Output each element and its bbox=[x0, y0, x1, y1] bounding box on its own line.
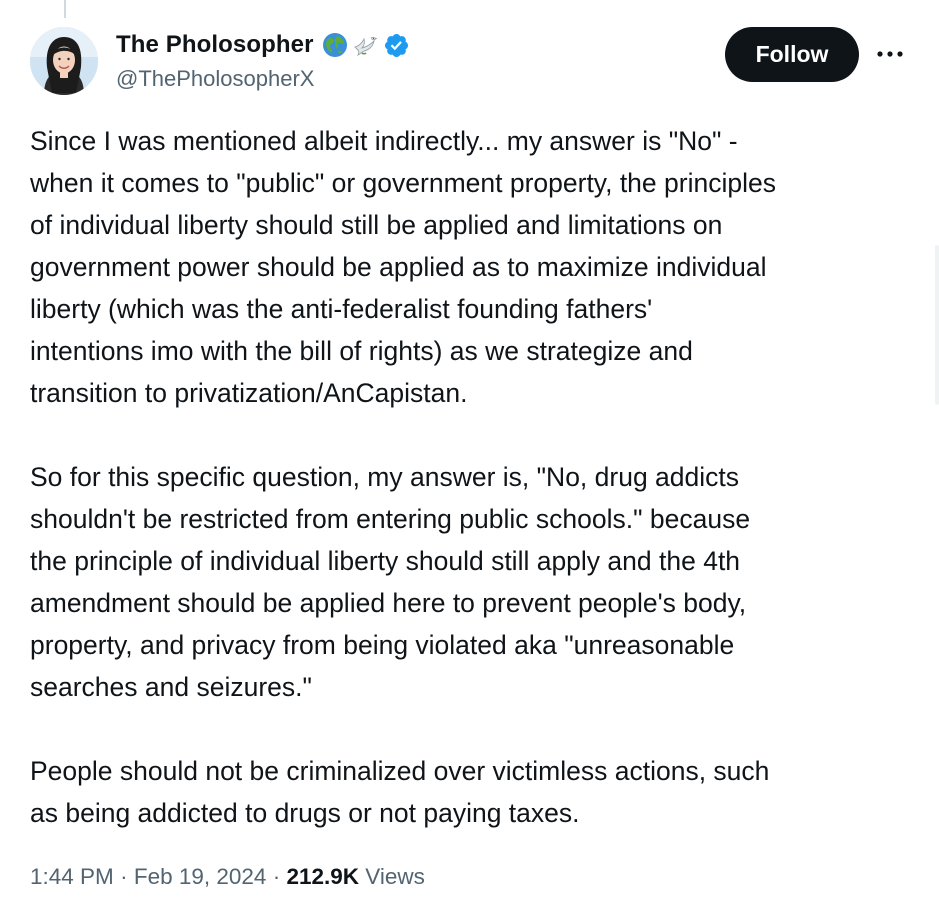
follow-button[interactable]: Follow bbox=[725, 27, 859, 82]
globe-icon bbox=[322, 32, 348, 58]
tweet-metadata: 1:44 PM · Feb 19, 2024 · 212.9K Views bbox=[30, 864, 425, 890]
views-count[interactable]: 212.9K bbox=[286, 864, 359, 889]
tweet-paragraph: So for this specific question, my answer… bbox=[30, 462, 751, 702]
more-options-button[interactable] bbox=[870, 38, 910, 70]
author-name-row: The Pholosopher bbox=[116, 29, 410, 61]
avatar-image bbox=[30, 27, 98, 95]
tweet-time[interactable]: 1:44 PM bbox=[30, 864, 114, 889]
tweet-paragraph: Since I was mentioned albeit indirectly.… bbox=[30, 126, 776, 408]
author-handle[interactable]: @ThePholosopherX bbox=[116, 66, 410, 92]
tweet-date[interactable]: Feb 19, 2024 bbox=[134, 864, 267, 889]
views-label: Views bbox=[365, 864, 425, 889]
thread-connector-line bbox=[64, 0, 66, 18]
tweet-body: Since I was mentioned albeit indirectly.… bbox=[30, 120, 925, 834]
tweet-paragraph: People should not be criminalized over v… bbox=[30, 756, 770, 828]
author-block: The Pholosopher @ThePholosopherX bbox=[116, 29, 410, 92]
more-horizontal-icon bbox=[877, 51, 903, 57]
avatar[interactable] bbox=[30, 27, 98, 95]
scrollbar-track[interactable] bbox=[935, 245, 939, 405]
meta-separator: · bbox=[120, 864, 128, 889]
verified-badge-icon[interactable] bbox=[383, 32, 410, 59]
author-display-name[interactable]: The Pholosopher bbox=[116, 31, 314, 59]
dove-icon bbox=[352, 32, 378, 58]
meta-separator: · bbox=[272, 864, 281, 889]
